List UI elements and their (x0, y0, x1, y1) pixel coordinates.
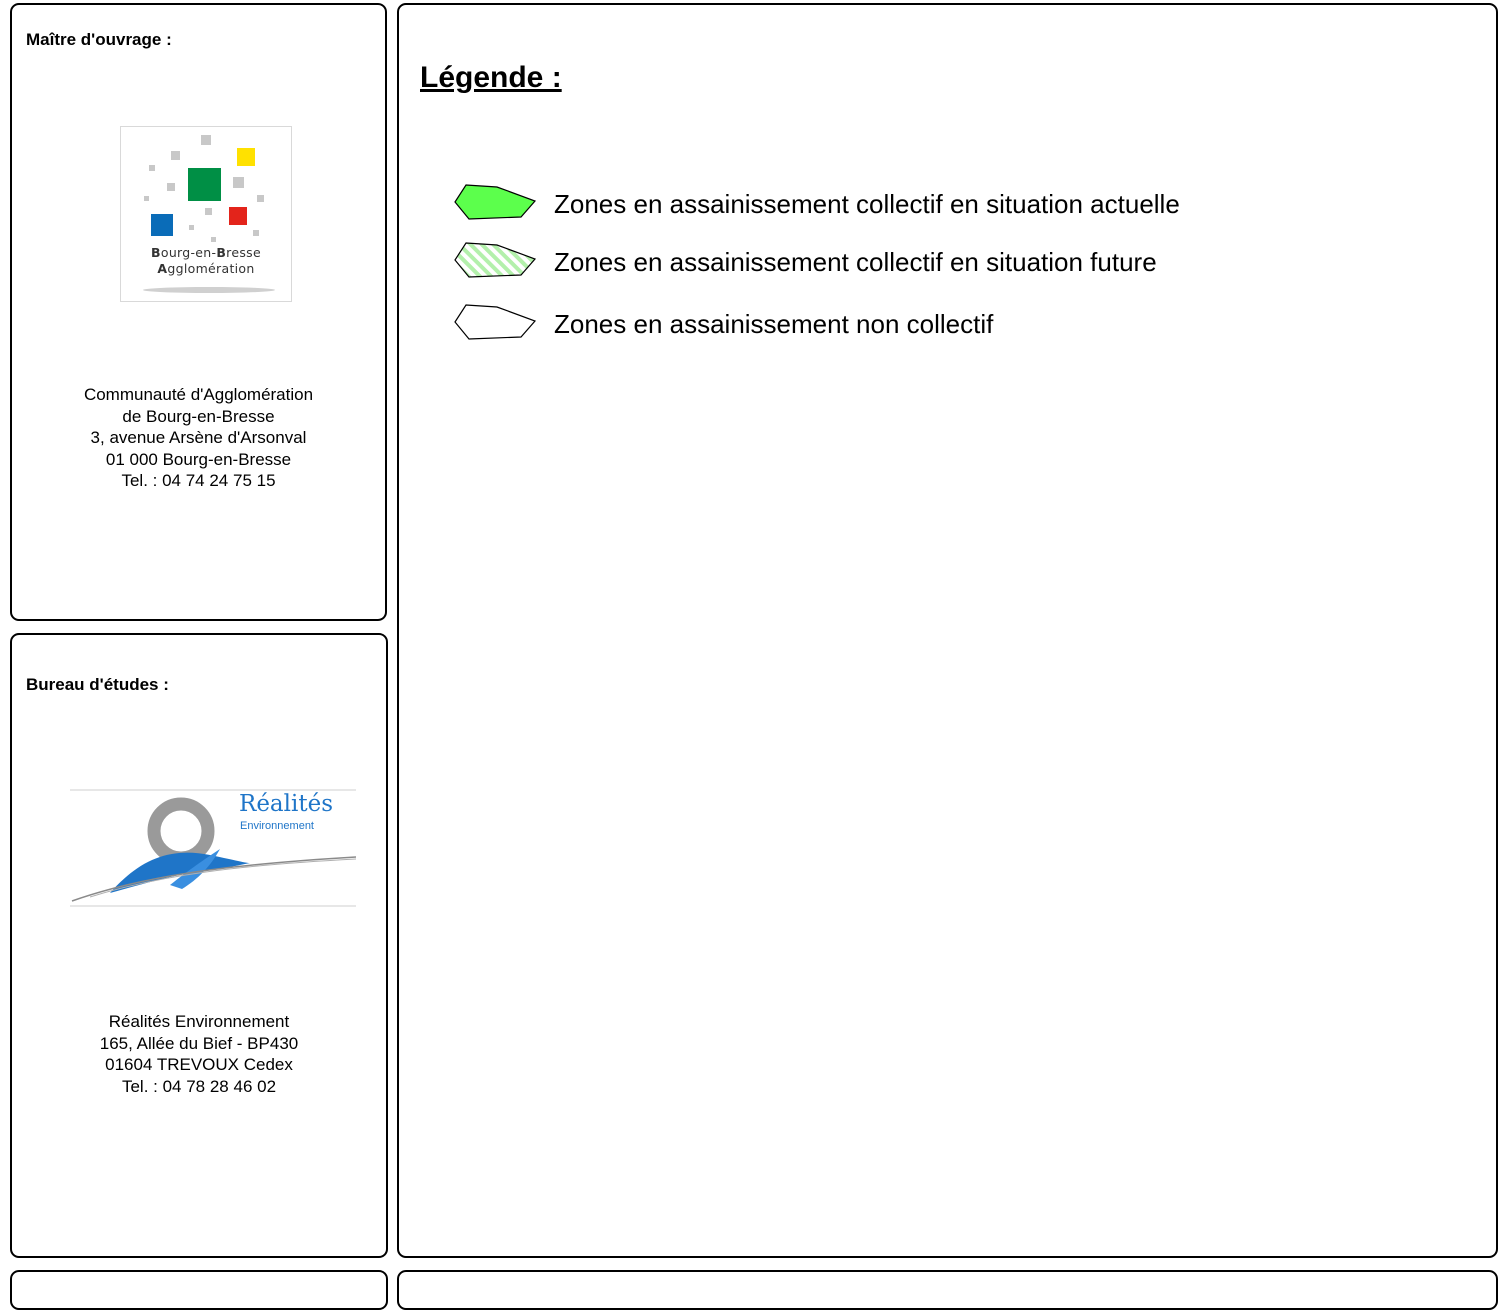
consultant-panel: Bureau d'études : Réalités Environnement… (10, 633, 388, 1258)
realites-environnement-logo: Réalités Environnement (70, 789, 357, 907)
empty-zone-icon (454, 304, 537, 340)
address-line: 165, Allée du Bief - BP430 (99, 1033, 299, 1053)
address-line: 3, avenue Arsène d'Arsonval (90, 428, 307, 447)
bourg-logo-text: Bourg-en-Bresse Agglomération (151, 245, 261, 276)
realites-logo-subtitle: Environnement (240, 820, 314, 832)
address-line: Tel. : 04 78 28 46 02 (121, 1076, 277, 1096)
bottom-right-panel (397, 1270, 1498, 1310)
legend-panel: Légende : Zones en assainissement collec… (397, 3, 1498, 1258)
consultant-label: Bureau d'études : (26, 675, 169, 694)
owner-address: Communauté d'Agglomération de Bourg-en-B… (12, 384, 385, 492)
address-line: 01 000 Bourg-en-Bresse (105, 449, 292, 469)
owner-panel: Maître d'ouvrage : Bourg-en-Bresse Agglo… (10, 3, 387, 621)
address-line: 01604 TREVOUX Cedex (105, 1055, 293, 1074)
bottom-left-panel (10, 1270, 388, 1310)
address-line: Réalités Environnement (108, 1012, 290, 1031)
realites-logo-name: Réalités (239, 791, 334, 817)
legend-label: Zones en assainissement collectif en sit… (554, 247, 1157, 277)
legend-item-current-collective: Zones en assainissement collectif en sit… (453, 183, 1353, 223)
legend-label: Zones en assainissement non collectif (554, 309, 994, 339)
legend-label: Zones en assainissement collectif en sit… (554, 189, 1180, 219)
address-line: Communauté d'Agglomération (83, 385, 314, 404)
legend-title: Légende : (420, 61, 562, 94)
address-line: Tel. : 04 74 24 75 15 (121, 471, 276, 490)
hatched-green-zone-icon (454, 242, 537, 278)
consultant-address: Réalités Environnement 165, Allée du Bie… (12, 1011, 386, 1097)
solid-green-zone-icon (454, 184, 537, 220)
address-line: de Bourg-en-Bresse (122, 406, 275, 426)
legend-item-future-collective: Zones en assainissement collectif en sit… (453, 241, 1353, 281)
owner-label: Maître d'ouvrage : (26, 30, 172, 49)
legend-item-non-collective: Zones en assainissement non collectif (453, 303, 1353, 343)
bourg-agglomeration-logo: Bourg-en-Bresse Agglomération (120, 126, 292, 302)
